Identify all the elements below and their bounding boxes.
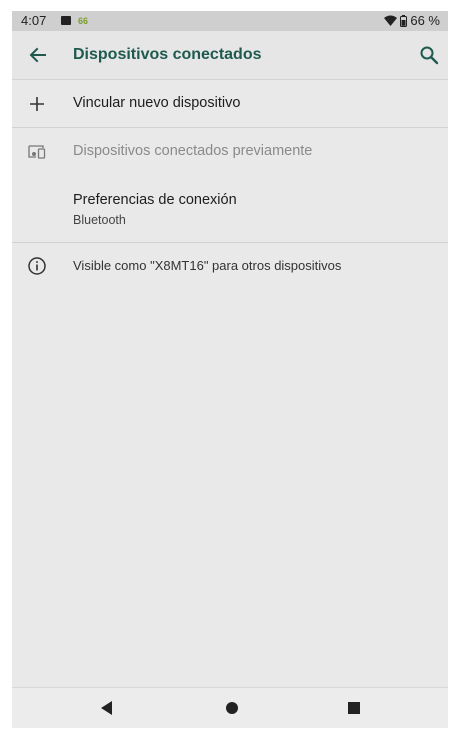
status-time: 4:07: [21, 13, 47, 28]
status-bar: 4:07 66 66 %: [12, 11, 448, 31]
nav-home-icon[interactable]: [223, 699, 241, 717]
plus-icon: [26, 93, 48, 115]
connection-preferences-label: Preferencias de conexión: [73, 192, 237, 208]
connection-preferences-sublabel: Bluetooth: [73, 213, 126, 227]
app-bar: Dispositivos conectados: [12, 31, 448, 80]
nav-recents-icon[interactable]: [345, 699, 363, 717]
battery-percent: 66 %: [410, 13, 440, 28]
devices-icon: [26, 141, 48, 163]
battery-icon: [400, 14, 408, 27]
notification-badge: 66: [78, 16, 89, 26]
visibility-info-text: Visible como "X8MT16" para otros disposi…: [73, 258, 342, 273]
back-arrow-icon[interactable]: [26, 44, 50, 66]
wifi-icon: [384, 15, 398, 26]
pair-new-device-item[interactable]: Vincular nuevo dispositivo: [12, 80, 448, 128]
gallery-notification-icon: [61, 16, 71, 25]
connection-preferences-item[interactable]: Preferencias de conexión Bluetooth: [12, 179, 448, 241]
previously-connected-item[interactable]: Dispositivos conectados previamente: [12, 128, 448, 176]
search-icon[interactable]: [418, 44, 440, 66]
android-screen: 4:07 66 66 % Dispositivos conectados Vin…: [12, 11, 448, 728]
navigation-bar: [12, 687, 448, 728]
pair-new-device-label: Vincular nuevo dispositivo: [73, 95, 241, 111]
page-title: Dispositivos conectados: [73, 46, 262, 63]
previously-connected-label: Dispositivos conectados previamente: [73, 143, 313, 159]
visibility-info: Visible como "X8MT16" para otros disposi…: [12, 243, 448, 289]
status-icons: 66 %: [384, 13, 440, 28]
info-icon: [26, 255, 48, 277]
nav-back-icon[interactable]: [98, 699, 116, 717]
